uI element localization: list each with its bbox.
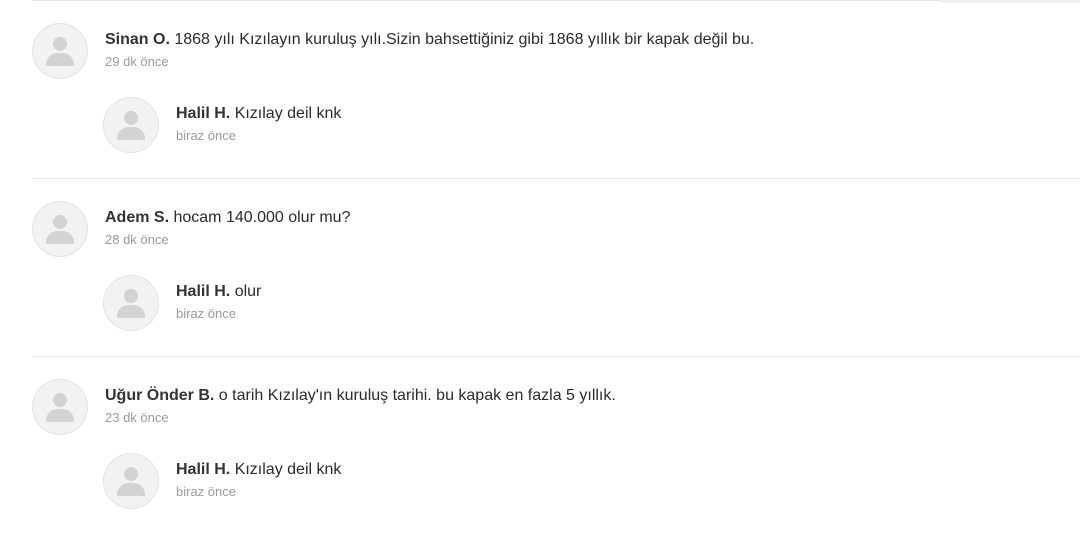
avatar-body-shape (117, 305, 145, 318)
reply-body: Halil H. Kızılay deil knk biraz önce (176, 97, 341, 144)
comment-author[interactable]: Uğur Önder B. (105, 387, 214, 404)
avatar[interactable] (32, 379, 88, 435)
comment-line: Adem S. hocam 140.000 olur mu? (105, 207, 350, 229)
comment-thread: Sinan O. 1868 yılı Kızılayın kuruluş yıl… (32, 0, 1080, 179)
reply-author[interactable]: Halil H. (176, 283, 230, 300)
avatar-head-shape (53, 393, 67, 407)
reply-text: Kızılay deil knk (234, 105, 342, 122)
reply: Halil H. Kızılay deil knk biraz önce (103, 453, 341, 509)
comment-text: o tarih Kızılay'ın kuruluş tarihi. bu ka… (218, 387, 616, 404)
avatar-head-shape (53, 215, 67, 229)
reply-line: Halil H. Kızılay deil knk (176, 459, 341, 481)
avatar[interactable] (103, 97, 159, 153)
comment-author[interactable]: Sinan O. (105, 31, 170, 48)
avatar[interactable] (32, 201, 88, 257)
avatar-body-shape (117, 483, 145, 496)
comment-body: Uğur Önder B. o tarih Kızılay'ın kuruluş… (105, 379, 616, 426)
reply-body: Halil H. olur biraz önce (176, 275, 261, 322)
avatar-head-shape (124, 467, 138, 481)
reply: Halil H. Kızılay deil knk biraz önce (103, 97, 341, 153)
avatar-head-shape (124, 289, 138, 303)
comment-line: Sinan O. 1868 yılı Kızılayın kuruluş yıl… (105, 29, 754, 51)
comment: Adem S. hocam 140.000 olur mu? 28 dk önc… (32, 201, 350, 257)
comment-text: hocam 140.000 olur mu? (173, 209, 351, 226)
reply-author[interactable]: Halil H. (176, 105, 230, 122)
comment: Uğur Önder B. o tarih Kızılay'ın kuruluş… (32, 379, 616, 435)
comment-body: Adem S. hocam 140.000 olur mu? 28 dk önc… (105, 201, 350, 248)
reply-line: Halil H. Kızılay deil knk (176, 103, 341, 125)
comment-text: 1868 yılı Kızılayın kuruluş yılı.Sizin b… (174, 31, 755, 48)
reply-author[interactable]: Halil H. (176, 461, 230, 478)
comment-time: 28 dk önce (105, 232, 169, 247)
comment: Sinan O. 1868 yılı Kızılayın kuruluş yıl… (32, 23, 754, 79)
reply: Halil H. olur biraz önce (103, 275, 261, 331)
reply-text: olur (234, 283, 262, 300)
avatar-body-shape (46, 409, 74, 422)
reply-text: Kızılay deil knk (234, 461, 342, 478)
comments-page: Sinan O. 1868 yılı Kızılayın kuruluş yıl… (0, 0, 1080, 544)
reply-time: biraz önce (176, 128, 236, 143)
avatar[interactable] (103, 275, 159, 331)
avatar-head-shape (124, 111, 138, 125)
reply-time: biraz önce (176, 306, 236, 321)
avatar-body-shape (46, 231, 74, 244)
comment-body: Sinan O. 1868 yılı Kızılayın kuruluş yıl… (105, 23, 754, 70)
reply-line: Halil H. olur (176, 281, 261, 303)
comment-time: 23 dk önce (105, 410, 169, 425)
avatar[interactable] (103, 453, 159, 509)
comment-author[interactable]: Adem S. (105, 209, 169, 226)
avatar[interactable] (32, 23, 88, 79)
comment-line: Uğur Önder B. o tarih Kızılay'ın kuruluş… (105, 385, 616, 407)
comment-thread: Adem S. hocam 140.000 olur mu? 28 dk önc… (32, 179, 1080, 357)
avatar-body-shape (46, 53, 74, 66)
comment-thread: Uğur Önder B. o tarih Kızılay'ın kuruluş… (32, 357, 1080, 544)
comment-time: 29 dk önce (105, 54, 169, 69)
reply-body: Halil H. Kızılay deil knk biraz önce (176, 453, 341, 500)
reply-time: biraz önce (176, 484, 236, 499)
avatar-head-shape (53, 37, 67, 51)
avatar-body-shape (117, 127, 145, 140)
